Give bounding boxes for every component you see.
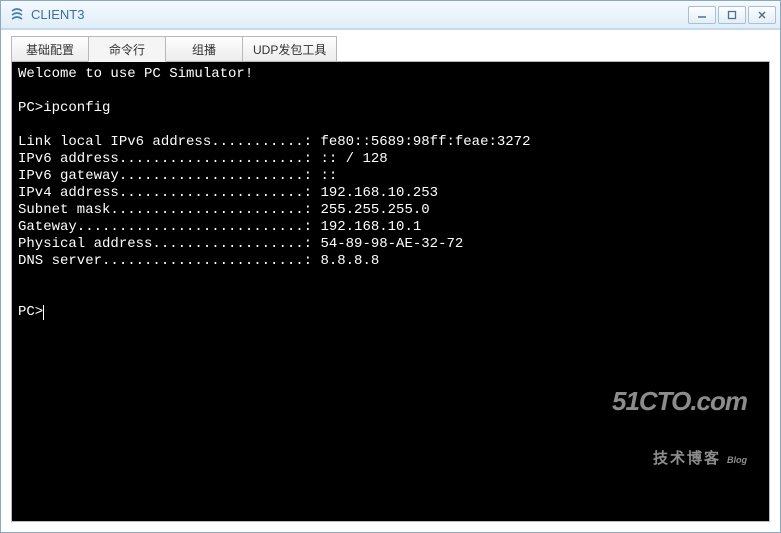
window-title: CLIENT3 [31,7,688,22]
app-window: CLIENT3 基础配置 命令行 组播 UDP发包工具 Welcome to u… [0,0,781,533]
terminal-line: Gateway...........................: 192.… [18,219,421,235]
content-area: 基础配置 命令行 组播 UDP发包工具 Welcome to use PC Si… [1,29,780,532]
watermark-line2: 技术博客Blog [612,450,747,469]
terminal-welcome: Welcome to use PC Simulator! [18,66,253,82]
titlebar: CLIENT3 [1,1,780,29]
tab-label: 命令行 [109,41,145,58]
terminal-line: IPv6 gateway......................: :: [18,168,337,184]
watermark: 51CTO.com 技术博客Blog [612,354,747,503]
window-controls [688,6,776,24]
minimize-button[interactable] [688,6,716,24]
terminal[interactable]: Welcome to use PC Simulator! PC>ipconfig… [11,61,770,522]
terminal-line: Link local IPv6 address...........: fe80… [18,134,530,150]
terminal-line: Subnet mask.......................: 255.… [18,202,430,218]
terminal-line: DNS server........................: 8.8.… [18,253,379,269]
maximize-button[interactable] [718,6,746,24]
app-icon [9,7,25,23]
tab-basic-config[interactable]: 基础配置 [11,36,89,62]
watermark-line1: 51CTO.com [612,388,747,414]
tab-command-line[interactable]: 命令行 [88,36,166,62]
tab-label: 组播 [192,41,216,58]
terminal-line: IPv4 address......................: 192.… [18,185,438,201]
tab-multicast[interactable]: 组播 [165,36,243,62]
cursor-icon [43,305,44,320]
tab-bar: 基础配置 命令行 组播 UDP发包工具 [11,36,770,62]
terminal-line: IPv6 address......................: :: /… [18,151,388,167]
terminal-prompt: PC> [18,304,43,320]
tab-label: UDP发包工具 [253,41,326,58]
tab-label: 基础配置 [26,41,74,58]
terminal-line: Physical address..................: 54-8… [18,236,463,252]
terminal-prompt: PC>ipconfig [18,100,110,116]
close-button[interactable] [748,6,776,24]
tab-udp-tool[interactable]: UDP发包工具 [242,36,337,62]
